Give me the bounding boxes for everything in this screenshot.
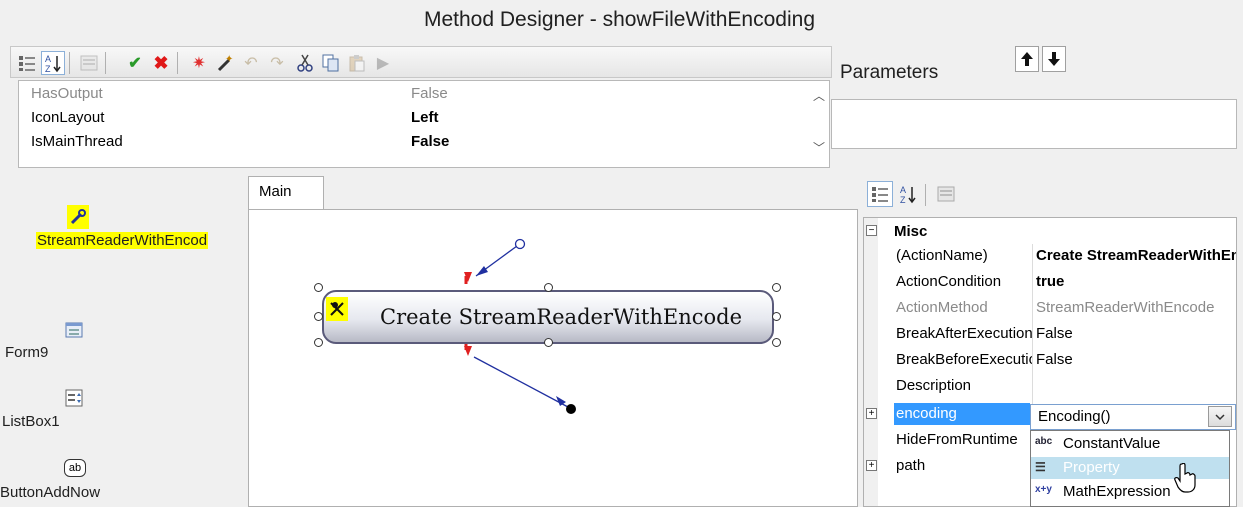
- action-node-label: Create StreamReaderWithEncode: [380, 305, 743, 329]
- category-label: Misc: [894, 223, 928, 240]
- selection-handle[interactable]: [314, 338, 323, 347]
- mouse-pointer-icon: [1174, 463, 1196, 493]
- action-node-icon: [326, 297, 348, 321]
- property-name: BreakBeforeExecution: [896, 351, 1032, 368]
- selection-handle[interactable]: [314, 283, 323, 292]
- option-label: Property: [1063, 459, 1120, 476]
- connector-start-point[interactable]: [514, 238, 526, 250]
- selection-handle[interactable]: [544, 283, 553, 292]
- value-type-dropdown-list: abc ConstantValue ☰ Property x+y MathExp…: [1030, 430, 1230, 507]
- connector-arrow-icon: [476, 266, 488, 276]
- property-name: encoding: [894, 403, 1030, 425]
- property-name: (ActionName): [896, 247, 988, 264]
- svg-text:A: A: [900, 185, 906, 195]
- property-value[interactable]: true: [1036, 273, 1236, 290]
- property-name: BreakAfterExecution: [896, 325, 1032, 342]
- property-row[interactable]: Description: [864, 374, 1236, 400]
- property-grid-toolbar: AZ: [863, 176, 1237, 214]
- alphabetical-icon[interactable]: AZ: [895, 181, 921, 207]
- property-value[interactable]: False: [1036, 351, 1236, 368]
- property-name: ActionMethod: [896, 299, 988, 316]
- property-row[interactable]: ActionCondition true: [864, 270, 1236, 296]
- selection-handle[interactable]: [772, 312, 781, 321]
- property-row[interactable]: BreakBeforeExecution False: [864, 348, 1236, 374]
- option-label: ConstantValue: [1063, 435, 1161, 452]
- selection-handle[interactable]: [544, 338, 553, 347]
- property-name: Description: [896, 377, 972, 394]
- dropdown-option-property[interactable]: ☰ Property: [1031, 457, 1229, 479]
- property-value: StreamReaderWithEncode: [1036, 299, 1215, 316]
- property-row[interactable]: (ActionName) Create StreamReaderWithEnco…: [864, 244, 1236, 270]
- property-row[interactable]: ActionMethod StreamReaderWithEncode: [864, 296, 1236, 322]
- expand-icon[interactable]: +: [866, 408, 877, 419]
- property-pages-icon[interactable]: [933, 181, 959, 207]
- expand-icon[interactable]: +: [866, 460, 877, 471]
- encoding-value-text: Encoding(): [1038, 408, 1111, 425]
- property-row[interactable]: BreakAfterExecution False: [864, 322, 1236, 348]
- connector-end-point[interactable]: [566, 404, 576, 414]
- outgoing-connector: [473, 356, 569, 408]
- property-name: HideFromRuntime: [896, 431, 1018, 448]
- categorized-icon[interactable]: [867, 181, 893, 207]
- property-name: ActionCondition: [896, 273, 1002, 290]
- category-row-misc[interactable]: − Misc: [864, 218, 1236, 244]
- property-icon: ☰: [1035, 460, 1046, 474]
- toolbar-separator: [925, 184, 926, 206]
- selection-handle[interactable]: [772, 338, 781, 347]
- property-value[interactable]: Create StreamReaderWithEncode: [1036, 247, 1236, 264]
- dropdown-option-math-expression[interactable]: x+y MathExpression: [1031, 481, 1229, 503]
- svg-text:Z: Z: [900, 195, 906, 204]
- constant-value-icon: abc: [1035, 436, 1053, 447]
- selection-handle[interactable]: [314, 312, 323, 321]
- option-label: MathExpression: [1063, 483, 1171, 500]
- dropdown-chevron-icon[interactable]: [1208, 406, 1232, 427]
- property-value[interactable]: False: [1036, 325, 1236, 342]
- property-name: path: [896, 457, 926, 474]
- math-expression-icon: x+y: [1035, 484, 1052, 495]
- dropdown-option-constant-value[interactable]: abc ConstantValue: [1031, 433, 1229, 455]
- collapse-icon[interactable]: −: [866, 225, 877, 236]
- selection-handle[interactable]: [772, 283, 781, 292]
